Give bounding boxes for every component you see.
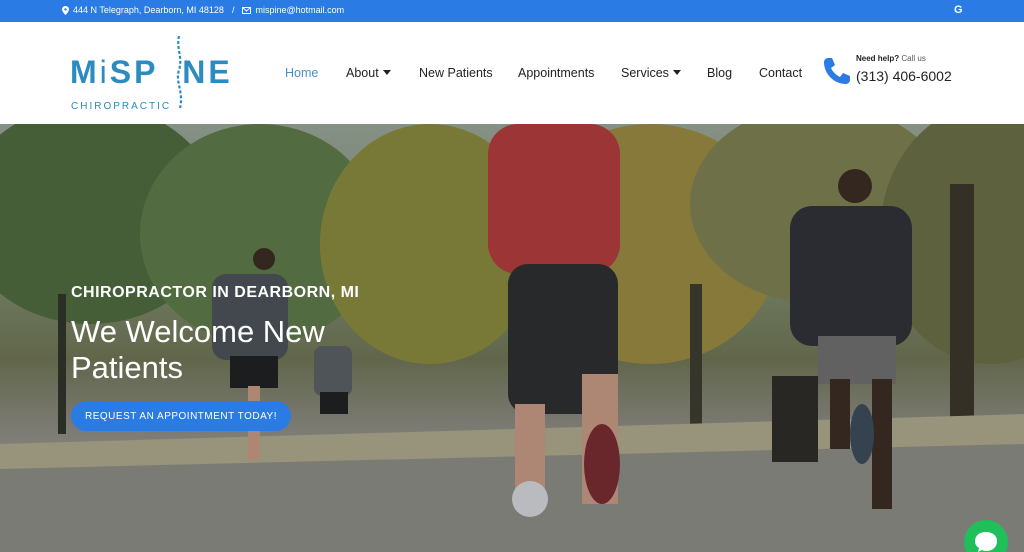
hero-banner: CHIROPRACTOR IN DEARBORN, MI We Welcome … — [0, 124, 1024, 552]
call-us-label: Call us — [901, 54, 926, 63]
hero-kicker: CHIROPRACTOR IN DEARBORN, MI — [71, 284, 360, 301]
nav-contact[interactable]: Contact — [759, 66, 802, 80]
nav-appointments[interactable]: Appointments — [518, 66, 594, 80]
hero-title: We Welcome New Patients — [71, 314, 325, 385]
nav-about[interactable]: About — [346, 66, 391, 80]
nav-services[interactable]: Services — [621, 66, 681, 80]
nav-about-label: About — [346, 66, 379, 80]
nav-home[interactable]: Home — [285, 66, 318, 80]
chat-widget-button[interactable] — [964, 520, 1008, 552]
phone-icon — [824, 58, 850, 84]
chat-bubble-icon — [975, 532, 997, 552]
nav-new-patients[interactable]: New Patients — [419, 66, 493, 80]
request-appointment-button[interactable]: REQUEST AN APPOINTMENT TODAY! — [71, 401, 291, 431]
need-help-label: Need help? — [856, 54, 900, 63]
top-bar: 444 N Telegraph, Dearborn, MI 48128 / mi… — [0, 0, 1024, 22]
caret-down-icon — [382, 70, 391, 75]
separator: / — [231, 5, 235, 15]
contact-info: 444 N Telegraph, Dearborn, MI 48128 / mi… — [62, 5, 344, 15]
need-help-text: Need help? Call us — [856, 54, 926, 63]
logo-subtitle: CHIROPRACTIC — [71, 101, 172, 112]
site-header: MiSP NE CHIROPRACTIC Home About New Pati… — [0, 22, 1024, 124]
caret-down-icon — [672, 70, 681, 75]
google-icon[interactable]: G — [954, 4, 963, 16]
logo-wordmark: MiSP NE — [70, 54, 233, 90]
map-pin-icon — [62, 5, 69, 15]
nav-blog[interactable]: Blog — [707, 66, 732, 80]
phone-number[interactable]: (313) 406-6002 — [856, 68, 952, 84]
logo[interactable]: MiSP NE CHIROPRACTIC — [70, 34, 250, 114]
email-link[interactable]: mispine@hotmail.com — [255, 5, 344, 15]
address-text: 444 N Telegraph, Dearborn, MI 48128 — [73, 5, 224, 15]
envelope-icon — [242, 6, 252, 14]
nav-services-label: Services — [621, 66, 669, 80]
